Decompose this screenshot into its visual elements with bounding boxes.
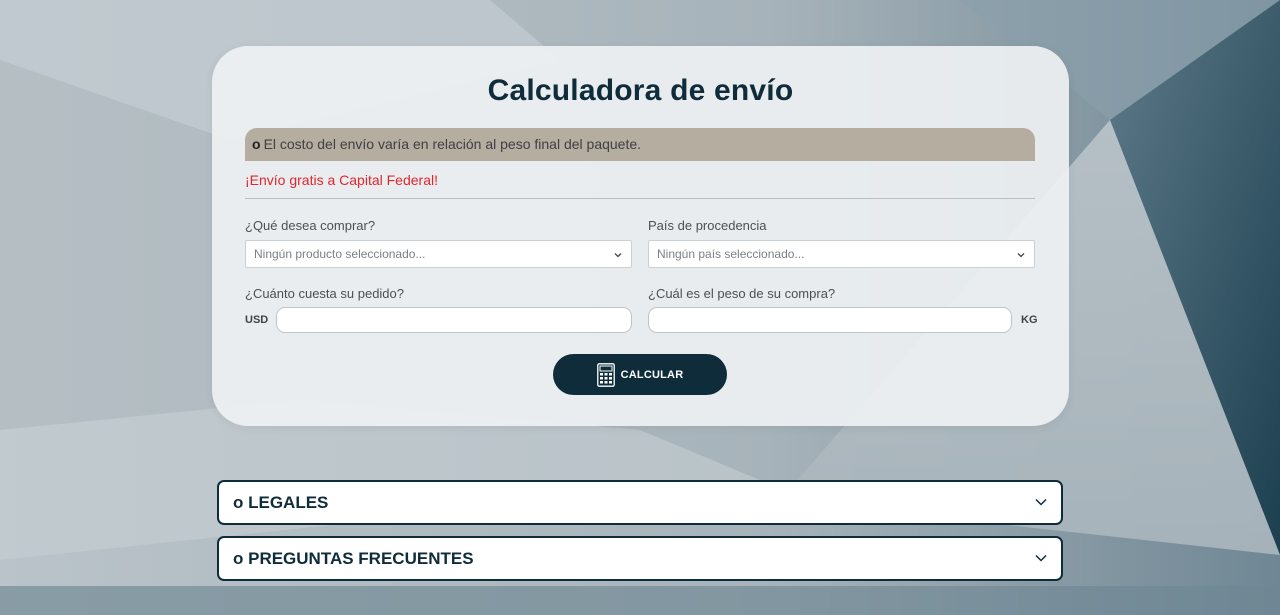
country-select-value: Ningún país seleccionado...	[657, 247, 805, 261]
country-label: País de procedencia	[648, 218, 767, 233]
accordion-faq-label: o PREGUNTAS FRECUENTES	[233, 549, 474, 568]
notice-bullet: o	[252, 136, 261, 152]
accordion-legales-label: o LEGALES	[233, 493, 329, 512]
free-shipping-promo: ¡Envío gratis a Capital Federal!	[245, 172, 438, 188]
price-label: ¿Cuánto cuesta su pedido?	[245, 286, 404, 301]
accordion-preguntas-frecuentes[interactable]: o PREGUNTAS FRECUENTES	[217, 536, 1063, 581]
product-select-value: Ningún producto seleccionado...	[254, 247, 426, 261]
calculator-icon	[596, 362, 615, 387]
country-select[interactable]: Ningún país seleccionado...	[648, 240, 1035, 268]
weight-label: ¿Cuál es el peso de su compra?	[648, 286, 836, 301]
calculate-button[interactable]: CALCULAR	[553, 354, 727, 395]
notice-text: El costo del envío varía en relación al …	[263, 136, 642, 152]
shipping-calculator-card: Calculadora de envío o El costo del envío…	[212, 46, 1069, 426]
chevron-down-icon	[1035, 498, 1047, 506]
calculator-title: Calculadora de envío	[487, 74, 794, 107]
weight-input[interactable]	[648, 307, 1012, 333]
calculate-button-label: CALCULAR	[620, 368, 684, 381]
product-select[interactable]: Ningún producto seleccionado...	[245, 240, 632, 268]
price-input[interactable]	[276, 307, 632, 333]
chevron-down-icon	[614, 253, 622, 258]
chevron-down-icon	[1035, 554, 1047, 562]
accordion-legales[interactable]: o LEGALES	[217, 480, 1063, 525]
product-label: ¿Qué desea comprar?	[245, 218, 376, 233]
shipping-notice: o El costo del envío varía en relación al…	[245, 128, 1035, 161]
weight-unit: KG	[1021, 314, 1038, 326]
chevron-down-icon	[1017, 253, 1025, 258]
divider	[245, 198, 1035, 199]
price-unit: USD	[245, 314, 269, 326]
